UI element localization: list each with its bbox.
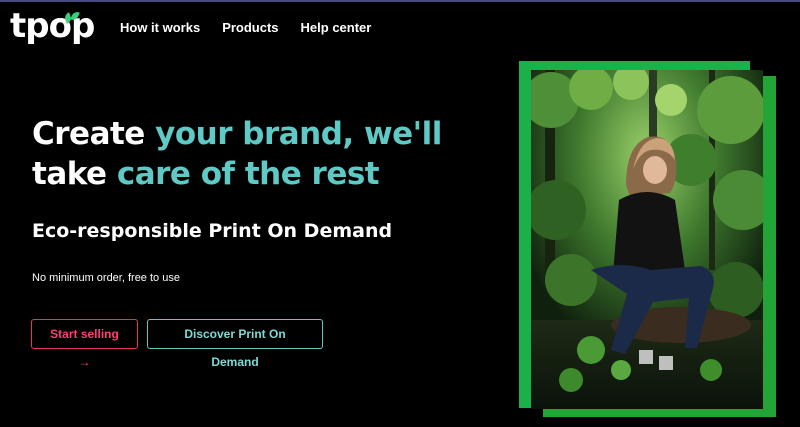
headline-part-4: care of the rest [116,156,380,192]
headline-part-3: take [32,156,117,192]
tpop-logo[interactable]: tpop [10,6,95,46]
hero-note: No minimum order, free to use [32,272,180,284]
start-selling-button[interactable]: Start selling → [31,319,138,369]
hero-subtitle: Eco-responsible Print On Demand [32,220,393,242]
nav-help-center[interactable]: Help center [301,20,372,36]
discover-pod-button[interactable]: Discover Print On Demand [147,319,323,369]
hero-photo [531,70,763,409]
logo-text: tpop [10,6,95,46]
hero-headline: Create your brand, we'll take care of the… [32,114,482,194]
top-border [0,0,800,2]
photo-woman-in-forest-icon [531,70,763,409]
nav-how-it-works[interactable]: How it works [120,20,200,36]
headline-part-1: Create [32,116,156,152]
main-nav: How it works Products Help center [120,20,371,36]
nav-products[interactable]: Products [222,20,278,36]
headline-part-2: your brand, we'll [155,116,442,152]
